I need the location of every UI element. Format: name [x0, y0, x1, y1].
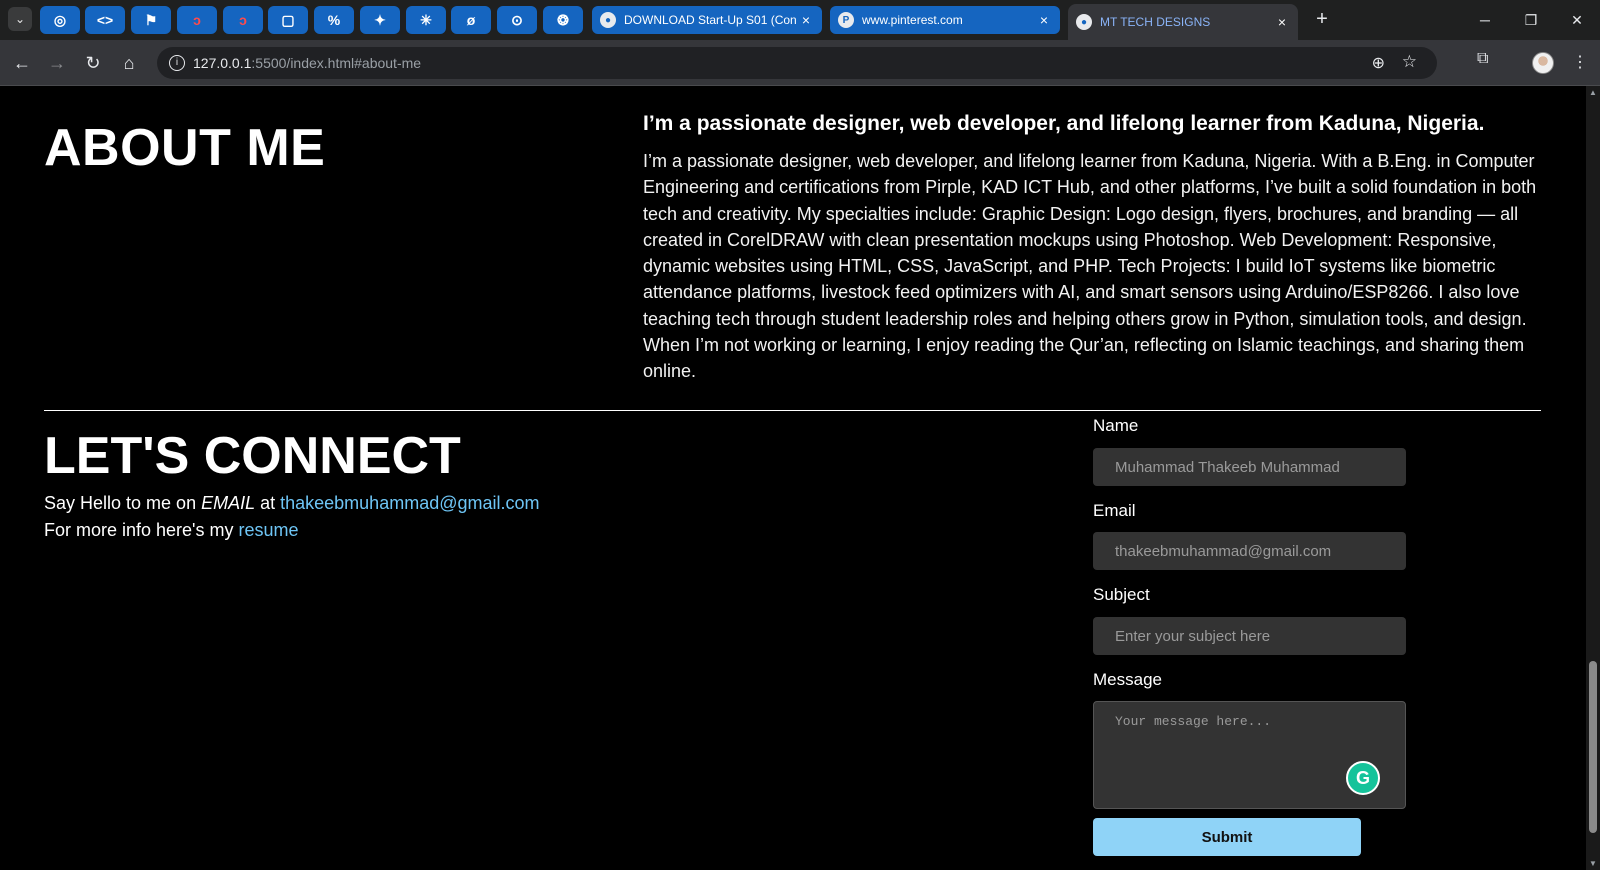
browser-toolbar: ← → ↻ ⌂ i 127.0.0.1:5500/index.html#abou… [0, 40, 1600, 86]
slashed-circle-icon: ø [466, 12, 476, 28]
minimize-button[interactable]: ─ [1462, 8, 1508, 32]
pinned-tab[interactable]: ◎ [40, 6, 80, 34]
white-square-icon: ▢ [281, 11, 295, 28]
pinned-tab[interactable]: ⚑ [131, 6, 171, 34]
about-heading: ABOUT ME [44, 119, 326, 177]
pinned-tab[interactable]: % [314, 6, 354, 34]
scroll-up-arrow-icon[interactable]: ▲ [1586, 88, 1600, 97]
pinned-tab[interactable]: ❂ [543, 6, 583, 34]
maximize-button[interactable]: ❐ [1508, 8, 1554, 32]
connect-heading: LET'S CONNECT [44, 427, 461, 485]
chevron-down-icon: ⌄ [14, 12, 26, 26]
circle-logo-icon: ◎ [53, 11, 67, 28]
submit-button[interactable]: Submit [1093, 818, 1361, 856]
tab-title: DOWNLOAD Start-Up S01 (Con [624, 13, 797, 27]
pinned-tab[interactable]: <> [85, 6, 125, 34]
close-icon[interactable]: × [1274, 14, 1290, 30]
email-line-prefix: Say Hello to me on [44, 493, 202, 513]
tab-title: www.pinterest.com [862, 13, 963, 27]
url-text[interactable]: 127.0.0.1:5500/index.html#about-me [193, 55, 421, 71]
email-line-mid: at [255, 493, 281, 513]
subject-label: Subject [1093, 585, 1150, 604]
sparkle-icon: ✦ [374, 11, 386, 28]
tab-download-startup[interactable]: ● DOWNLOAD Start-Up S01 (Con × [592, 6, 822, 34]
email-input[interactable] [1093, 532, 1406, 570]
section-divider [44, 410, 1541, 411]
url-host: 127.0.0.1 [193, 55, 252, 71]
bookmark-star-icon[interactable]: ☆ [1402, 52, 1417, 72]
zbrush-icon: % [327, 12, 341, 28]
browser-menu-icon[interactable]: ⋮ [1572, 52, 1588, 72]
code-brackets-icon: <> [96, 12, 114, 28]
name-input[interactable] [1093, 448, 1406, 486]
resume-line: For more info here's my resume [44, 520, 299, 541]
email-medium: EMAIL [201, 493, 256, 513]
email-line: Say Hello to me on EMAIL at thakeebmuham… [44, 493, 540, 514]
tab-pinterest[interactable]: P www.pinterest.com × [830, 6, 1060, 34]
tab-strip: ⌄ ◎ <> ⚑ ↄ ↄ ▢ % ✦ ✳ ø ⊙ ❂ ● DOWNLOAD St… [0, 0, 1600, 40]
pinned-tab[interactable]: ø [451, 6, 491, 34]
about-body: I’m a passionate designer, web developer… [643, 151, 1537, 382]
scroll-down-arrow-icon[interactable]: ▼ [1586, 859, 1600, 868]
globe-icon: ● [1076, 14, 1092, 30]
close-icon[interactable]: × [1036, 12, 1052, 28]
grammarly-icon[interactable]: G [1346, 761, 1380, 795]
red-swirl-icon: ↄ [193, 12, 201, 28]
pinterest-icon: P [838, 12, 854, 28]
back-button[interactable]: ← [9, 50, 35, 76]
openai-icon: ❂ [557, 11, 569, 28]
email-label: Email [1093, 501, 1136, 520]
pinned-tab[interactable]: ⊙ [497, 6, 537, 34]
page-content: ABOUT ME I’m a passionate designer, web … [0, 86, 1586, 870]
address-bar[interactable]: i 127.0.0.1:5500/index.html#about-me ⊕ ☆ [157, 47, 1437, 79]
zoom-icon[interactable]: ⊕ [1372, 53, 1385, 73]
name-label: Name [1093, 416, 1139, 435]
new-tab-button[interactable]: + [1310, 8, 1334, 32]
red-swirl-icon: ↄ [239, 12, 247, 28]
reload-button[interactable]: ↻ [80, 50, 106, 76]
close-window-button[interactable]: ✕ [1554, 8, 1600, 32]
pinned-tab[interactable]: ✳ [406, 6, 446, 34]
flag-icon: ⚑ [144, 11, 158, 28]
globe-icon: ● [600, 12, 616, 28]
pinned-tab[interactable]: ▢ [268, 6, 308, 34]
tab-search-dropdown[interactable]: ⌄ [8, 7, 32, 31]
resume-line-prefix: For more info here's my [44, 520, 239, 540]
close-icon[interactable]: × [798, 12, 814, 28]
extensions-icon[interactable]: ⧉ [1477, 50, 1488, 68]
resume-link[interactable]: resume [239, 520, 299, 540]
starburst-icon: ✳ [420, 11, 432, 28]
home-button[interactable]: ⌂ [116, 50, 142, 76]
url-path: :5500/index.html#about-me [251, 55, 422, 71]
pinned-tab[interactable]: ↄ [177, 6, 217, 34]
message-label: Message [1093, 670, 1162, 689]
pinned-tab[interactable]: ↄ [223, 6, 263, 34]
pinned-tab[interactable]: ✦ [360, 6, 400, 34]
scrollbar-thumb[interactable] [1589, 661, 1597, 833]
site-info-icon[interactable]: i [169, 55, 185, 71]
profile-avatar[interactable] [1532, 52, 1554, 74]
tab-title: MT TECH DESIGNS [1100, 15, 1211, 29]
page-scrollbar[interactable]: ▲ ▼ [1586, 86, 1600, 870]
subject-input[interactable] [1093, 617, 1406, 655]
forward-button[interactable]: → [44, 50, 70, 76]
email-link[interactable]: thakeebmuhammad@gmail.com [280, 493, 539, 513]
about-lead: I’m a passionate designer, web developer… [643, 112, 1485, 135]
tab-mt-tech-designs[interactable]: ● MT TECH DESIGNS × [1068, 4, 1298, 40]
github-icon: ⊙ [511, 11, 523, 28]
